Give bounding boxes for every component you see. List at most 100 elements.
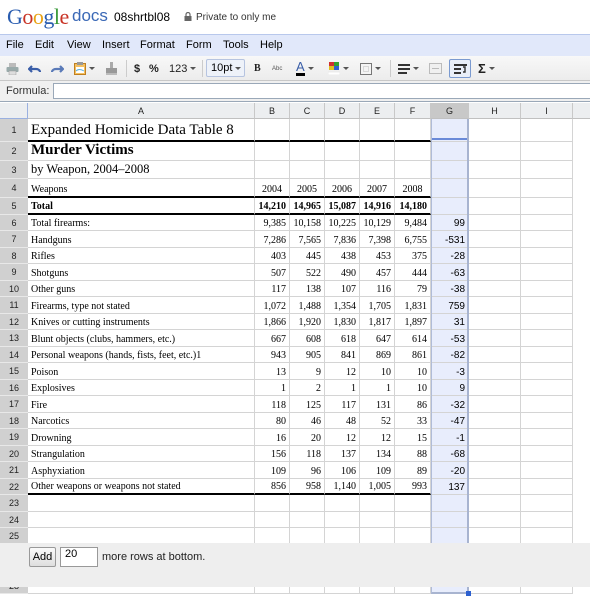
row-header[interactable]: 15: [0, 363, 28, 380]
cell-f1[interactable]: [395, 119, 431, 142]
cell-empty[interactable]: [521, 161, 573, 179]
cell-g22[interactable]: 137: [431, 478, 469, 495]
strikethrough-button[interactable]: Abc: [272, 60, 282, 77]
row-header[interactable]: 5: [0, 198, 28, 215]
cell-f13[interactable]: 614: [395, 330, 431, 347]
cell-b1[interactable]: [255, 119, 290, 142]
cell-b2[interactable]: [255, 142, 290, 161]
row-header[interactable]: 13: [0, 330, 28, 347]
row-header[interactable]: 12: [0, 313, 28, 330]
cell-g24[interactable]: [431, 511, 469, 528]
row-header[interactable]: 7: [0, 231, 28, 248]
cell-b21[interactable]: 109: [255, 462, 290, 479]
cell-empty[interactable]: [469, 511, 521, 528]
cell-a3[interactable]: by Weapon, 2004–2008: [28, 161, 255, 179]
cell-e20[interactable]: 134: [360, 445, 395, 462]
cell-a9[interactable]: Shotguns: [28, 264, 255, 281]
cell-empty[interactable]: [469, 214, 521, 231]
cell-f11[interactable]: 1,831: [395, 297, 431, 314]
cell-f4[interactable]: 2008: [395, 179, 431, 198]
cell-c24[interactable]: [290, 511, 325, 528]
cell-f14[interactable]: 861: [395, 346, 431, 363]
cell-b17[interactable]: 118: [255, 396, 290, 413]
cell-g6[interactable]: 99: [431, 214, 469, 231]
cell-empty[interactable]: [521, 297, 573, 314]
cell-c10[interactable]: 138: [290, 280, 325, 297]
cell-c12[interactable]: 1,920: [290, 313, 325, 330]
cell-f5[interactable]: 14,180: [395, 198, 431, 215]
cell-a4[interactable]: Weapons: [28, 179, 255, 198]
cell-a14[interactable]: Personal weapons (hands, fists, feet, et…: [28, 346, 255, 363]
cell-c21[interactable]: 96: [290, 462, 325, 479]
cell-empty[interactable]: [469, 313, 521, 330]
menu-insert[interactable]: Insert: [102, 39, 130, 51]
cell-c6[interactable]: 10,158: [290, 214, 325, 231]
cell-empty[interactable]: [469, 495, 521, 512]
column-header-a[interactable]: A: [28, 103, 255, 119]
cell-d22[interactable]: 1,140: [325, 478, 360, 495]
font-size-select[interactable]: 10pt: [206, 59, 245, 77]
cell-empty[interactable]: [469, 412, 521, 429]
row-header[interactable]: 23: [0, 495, 28, 512]
cell-f10[interactable]: 79: [395, 280, 431, 297]
cell-d2[interactable]: [325, 142, 360, 161]
row-header[interactable]: 18: [0, 412, 28, 429]
cell-a10[interactable]: Other guns: [28, 280, 255, 297]
cell-g12[interactable]: 31: [431, 313, 469, 330]
cell-empty[interactable]: [521, 379, 573, 396]
column-header-next[interactable]: [573, 103, 590, 119]
redo-button[interactable]: [51, 60, 64, 77]
cell-a1[interactable]: Expanded Homicide Data Table 8: [28, 119, 255, 142]
cell-empty[interactable]: [521, 179, 573, 198]
cell-g10[interactable]: -38: [431, 280, 469, 297]
cell-g15[interactable]: -3: [431, 363, 469, 380]
cell-e19[interactable]: 12: [360, 429, 395, 446]
fill-handle[interactable]: [466, 591, 471, 596]
cell-d7[interactable]: 7,836: [325, 231, 360, 248]
add-rows-button[interactable]: Add: [29, 547, 56, 567]
cell-empty[interactable]: [469, 280, 521, 297]
cell-c16[interactable]: 2: [290, 379, 325, 396]
currency-format-button[interactable]: $: [134, 60, 140, 77]
cell-c22[interactable]: 958: [290, 478, 325, 495]
cell-c8[interactable]: 445: [290, 247, 325, 264]
cell-d23[interactable]: [325, 495, 360, 512]
cell-c4[interactable]: 2005: [290, 179, 325, 198]
cell-a24[interactable]: [28, 511, 255, 528]
percent-format-button[interactable]: %: [149, 60, 159, 77]
cell-a17[interactable]: Fire: [28, 396, 255, 413]
cell-empty[interactable]: [521, 313, 573, 330]
cell-empty[interactable]: [469, 379, 521, 396]
cell-g3[interactable]: [431, 161, 469, 179]
cell-g5[interactable]: [431, 198, 469, 215]
cell-c3[interactable]: [290, 161, 325, 179]
cell-empty[interactable]: [469, 161, 521, 179]
cell-f6[interactable]: 9,484: [395, 214, 431, 231]
cell-a23[interactable]: [28, 495, 255, 512]
cell-a15[interactable]: Poison: [28, 363, 255, 380]
number-format-button[interactable]: 123: [169, 60, 197, 77]
cell-e8[interactable]: 453: [360, 247, 395, 264]
cell-b18[interactable]: 80: [255, 412, 290, 429]
cell-e18[interactable]: 52: [360, 412, 395, 429]
column-header-i[interactable]: I: [521, 103, 573, 119]
cell-e6[interactable]: 10,129: [360, 214, 395, 231]
cell-d6[interactable]: 10,225: [325, 214, 360, 231]
cell-empty[interactable]: [469, 363, 521, 380]
cell-e17[interactable]: 131: [360, 396, 395, 413]
cell-a20[interactable]: Strangulation: [28, 445, 255, 462]
borders-button[interactable]: [360, 60, 381, 77]
cell-e13[interactable]: 647: [360, 330, 395, 347]
cell-a7[interactable]: Handguns: [28, 231, 255, 248]
cell-empty[interactable]: [521, 280, 573, 297]
cell-c7[interactable]: 7,565: [290, 231, 325, 248]
cell-d3[interactable]: [325, 161, 360, 179]
cell-b23[interactable]: [255, 495, 290, 512]
cell-e4[interactable]: 2007: [360, 179, 395, 198]
cell-c20[interactable]: 118: [290, 445, 325, 462]
cell-empty[interactable]: [469, 429, 521, 446]
cell-f7[interactable]: 6,755: [395, 231, 431, 248]
cell-b3[interactable]: [255, 161, 290, 179]
cell-c5[interactable]: 14,965: [290, 198, 325, 215]
row-header[interactable]: 1: [0, 119, 28, 142]
